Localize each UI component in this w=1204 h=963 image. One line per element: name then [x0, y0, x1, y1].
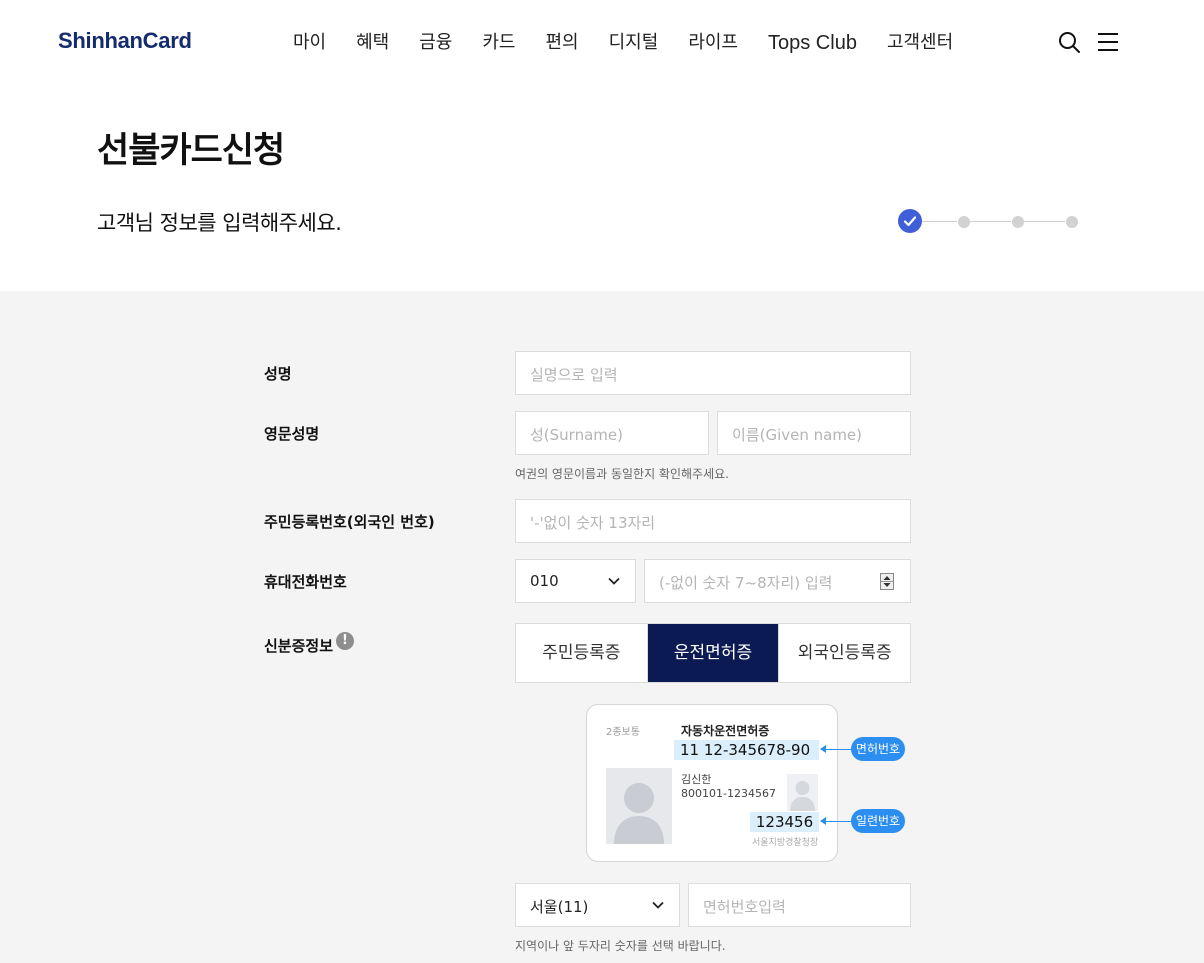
ghost-photo-icon — [787, 774, 818, 811]
license-number-input[interactable]: 면허번호입력 — [688, 883, 911, 927]
license-region-helper: 지역이나 앞 두자리 숫자를 선택 바랍니다. — [515, 939, 726, 953]
pointer-line — [825, 821, 852, 822]
given-name-placeholder: 이름(Given name) — [732, 426, 863, 444]
nav-item-convenience[interactable]: 편의 — [546, 30, 579, 56]
step-3-dot — [1012, 216, 1024, 228]
chevron-down-icon — [652, 901, 664, 909]
id-type-tabs: 주민등록증 운전면허증 외국인등록증 — [515, 623, 911, 683]
phone-prefix-select[interactable]: 010 — [515, 559, 636, 603]
site-header: ShinhanCard 마이 혜택 금융 카드 편의 디지털 라이프 Tops … — [0, 0, 1204, 85]
step-2-dot — [958, 216, 970, 228]
english-name-helper: 여권의 영문이름과 동일한지 확인해주세요. — [515, 467, 729, 481]
license-serial-highlight: 123456 — [750, 812, 819, 832]
nav-item-life[interactable]: 라이프 — [688, 30, 738, 56]
license-class: 2종보통 — [606, 727, 640, 738]
person-photo-icon — [606, 768, 672, 844]
step-4-dot — [1066, 216, 1078, 228]
license-number-highlight: 11 12-345678-90 — [674, 740, 819, 760]
tab-alien-registration[interactable]: 외국인등록증 — [779, 624, 910, 682]
check-icon — [903, 216, 917, 227]
phone-label: 휴대전화번호 — [264, 573, 347, 591]
number-spinner[interactable] — [880, 573, 894, 590]
surname-placeholder: 성(Surname) — [530, 426, 623, 444]
search-icon[interactable] — [1057, 30, 1081, 54]
name-placeholder: 실명으로 입력 — [530, 366, 618, 384]
license-card-illustration: 2종보통 자동차운전면허증 11 12-345678-90 김신한 800101… — [586, 704, 838, 862]
shinhancard-logo[interactable]: ShinhanCard — [58, 28, 192, 54]
step-connector — [1024, 221, 1065, 222]
info-icon[interactable]: ! — [336, 632, 354, 650]
page-subtitle: 고객님 정보를 입력해주세요. — [97, 211, 342, 235]
page-title: 선불카드신청 — [97, 131, 285, 171]
license-holder-name: 김신한 — [681, 773, 712, 786]
hamburger-menu-icon[interactable] — [1097, 31, 1119, 53]
license-region-select[interactable]: 서울(11) — [515, 883, 680, 927]
nav-item-benefits[interactable]: 혜택 — [356, 30, 389, 56]
name-label: 성명 — [264, 365, 292, 383]
given-name-input[interactable]: 이름(Given name) — [717, 411, 911, 455]
pointer-line — [825, 749, 852, 750]
spinner-arrows-icon — [881, 576, 893, 587]
license-region-value: 서울(11) — [530, 898, 589, 916]
nav-item-finance[interactable]: 금융 — [419, 30, 452, 56]
step-indicator — [897, 209, 1079, 235]
rrn-label: 주민등록번호(외국인 번호) — [264, 513, 435, 531]
license-issuer: 서울지방경찰청장 — [752, 838, 819, 848]
step-connector — [970, 221, 1011, 222]
tab-drivers-license[interactable]: 운전면허증 — [647, 624, 780, 682]
nav-item-tops-club[interactable]: Tops Club — [768, 30, 857, 56]
english-name-label: 영문성명 — [264, 425, 320, 443]
main-nav: 마이 혜택 금융 카드 편의 디지털 라이프 Tops Club 고객센터 — [293, 30, 983, 56]
phone-number-input[interactable]: (-없이 숫자 7~8자리) 입력 — [644, 559, 911, 603]
id-info-label: 신분증정보 — [264, 637, 334, 655]
license-title: 자동차운전면허증 — [681, 724, 770, 738]
phone-prefix-value: 010 — [530, 572, 559, 590]
name-input[interactable]: 실명으로 입력 — [515, 351, 911, 395]
step-1-complete — [898, 209, 922, 233]
nav-item-my[interactable]: 마이 — [293, 30, 326, 56]
rrn-input[interactable]: '-'없이 숫자 13자리 — [515, 499, 911, 543]
license-number-placeholder: 면허번호입력 — [703, 898, 786, 916]
rrn-placeholder: '-'없이 숫자 13자리 — [530, 514, 656, 532]
license-number-tag: 면허번호 — [851, 737, 905, 761]
phone-number-placeholder: (-없이 숫자 7~8자리) 입력 — [659, 574, 833, 592]
step-connector — [922, 221, 957, 222]
chevron-down-icon — [608, 577, 620, 585]
nav-item-customer-center[interactable]: 고객센터 — [887, 30, 953, 56]
nav-item-card[interactable]: 카드 — [482, 30, 515, 56]
nav-item-digital[interactable]: 디지털 — [609, 30, 659, 56]
license-holder-rrn: 800101-1234567 — [681, 787, 776, 800]
tab-resident-id[interactable]: 주민등록증 — [516, 624, 648, 682]
serial-number-tag: 일련번호 — [851, 809, 905, 833]
surname-input[interactable]: 성(Surname) — [515, 411, 709, 455]
